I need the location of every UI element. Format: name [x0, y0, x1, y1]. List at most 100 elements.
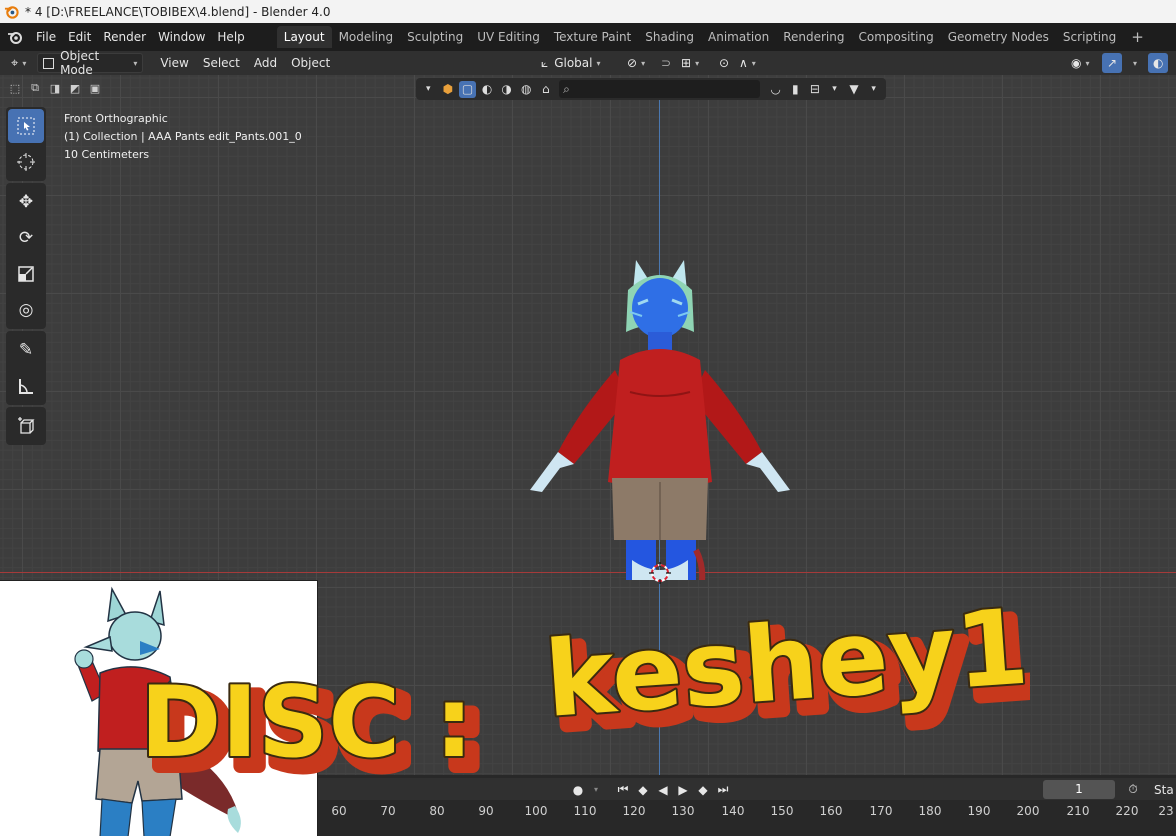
tab-animation[interactable]: Animation: [701, 26, 776, 48]
viewport-filter-bar: ▾ ⬢ ▢ ◐ ◑ ◍ ⌂ ⌕ ◡ ▮ ⊟ ▾ ▼ ▾: [416, 78, 886, 100]
character-model[interactable]: [520, 220, 800, 580]
filter-icon[interactable]: ▼: [846, 81, 863, 98]
select-new-icon[interactable]: ⬚: [6, 80, 24, 96]
tab-rendering[interactable]: Rendering: [776, 26, 851, 48]
tab-uv-editing[interactable]: UV Editing: [470, 26, 547, 48]
visibility-select[interactable]: ◉ ▾: [1066, 53, 1095, 73]
top-bar: File Edit Render Window Help Layout Mode…: [0, 23, 1176, 51]
wireframe-shading-icon[interactable]: ◍: [518, 81, 535, 98]
menu-help[interactable]: Help: [211, 26, 250, 48]
select-intersect-icon[interactable]: ▣: [86, 80, 104, 96]
move-icon[interactable]: ✥: [8, 185, 44, 219]
frame-tick: 190: [967, 804, 991, 818]
frame-tick: 60: [331, 804, 347, 818]
tab-texture-paint[interactable]: Texture Paint: [547, 26, 638, 48]
select-subtract-icon[interactable]: ◨: [46, 80, 64, 96]
proportional-edit-toggle[interactable]: ⊙: [714, 53, 734, 73]
menu-window[interactable]: Window: [152, 26, 211, 48]
search-icon: ⌕: [563, 81, 570, 96]
bookmark-icon[interactable]: ▮: [787, 81, 804, 98]
pivot-select[interactable]: ⊘ ▾: [622, 53, 650, 73]
add-cube-icon[interactable]: [8, 409, 44, 443]
tab-scripting[interactable]: Scripting: [1056, 26, 1123, 48]
gizmo-toggle[interactable]: ↗: [1102, 53, 1123, 73]
3d-cursor-icon[interactable]: [648, 561, 672, 585]
tab-layout[interactable]: Layout: [276, 26, 332, 48]
camera-view-icon[interactable]: ⌂: [538, 81, 555, 98]
transform-icon[interactable]: ◎: [8, 293, 44, 327]
menu-object[interactable]: Object: [286, 53, 335, 73]
tab-geometry-nodes[interactable]: Geometry Nodes: [941, 26, 1056, 48]
stopwatch-icon[interactable]: ⏱: [1124, 780, 1142, 799]
snap-target-select[interactable]: ⊞ ▾: [676, 53, 704, 73]
annotate-icon[interactable]: ✎: [8, 333, 44, 367]
viewport-info: Front Orthographic (1) Collection | AAA …: [64, 110, 302, 164]
measure-icon[interactable]: [8, 369, 44, 403]
chevron-down-icon[interactable]: ▾: [826, 81, 843, 98]
gizmo-menu[interactable]: ▾: [1124, 53, 1142, 73]
frame-ruler[interactable]: 60 70 80 90 100 110 120 130 140 150 160 …: [318, 802, 1176, 826]
select-box-icon[interactable]: [8, 109, 44, 143]
tab-sculpting[interactable]: Sculpting: [400, 26, 470, 48]
frame-tick: 150: [770, 804, 794, 818]
falloff-select[interactable]: ∧ ▾: [734, 53, 761, 73]
frame-tick: 100: [524, 804, 548, 818]
frame-tick: 70: [380, 804, 396, 818]
mode-select[interactable]: Object Mode ▾: [37, 49, 144, 77]
overlays-toggle[interactable]: ◐: [1148, 53, 1169, 73]
tool-group-transform: ✥ ⟳ ◎: [6, 183, 46, 329]
snap-toggle[interactable]: ⊃: [656, 53, 676, 73]
menu-file[interactable]: File: [30, 26, 62, 48]
chevron-down-icon[interactable]: ▾: [865, 81, 882, 98]
rendered-shading-icon[interactable]: ◑: [498, 81, 515, 98]
menu-edit[interactable]: Edit: [62, 26, 97, 48]
view-name: Front Orthographic: [64, 112, 168, 125]
orientation-label: Global: [554, 56, 593, 70]
current-frame-field[interactable]: 1: [1043, 780, 1115, 799]
frame-tick: 210: [1066, 804, 1090, 818]
tab-modeling[interactable]: Modeling: [332, 26, 401, 48]
menu-view[interactable]: View: [155, 53, 193, 73]
window-titlebar: * 4 [D:\FREELANCE\TOBIBEX\4.blend] - Ble…: [0, 0, 1176, 23]
scale-icon[interactable]: [8, 257, 44, 291]
object-mode-icon: [43, 57, 55, 69]
overlays-icon: ◐: [1153, 56, 1164, 70]
select-invert-icon[interactable]: ◩: [66, 80, 84, 96]
blender-logo-icon: [4, 6, 19, 19]
menu-add[interactable]: Add: [249, 53, 282, 73]
add-workspace-button[interactable]: +: [1123, 26, 1152, 48]
gizmo-icon: ↗: [1107, 56, 1118, 70]
frame-tick: 23: [1158, 804, 1174, 818]
viewport-search-input[interactable]: ⌕: [559, 80, 761, 98]
frame-tick: 80: [429, 804, 445, 818]
solid-shading-icon[interactable]: ▢: [459, 80, 476, 98]
editor-type-icon: ⌖: [11, 55, 19, 71]
chevron-down-icon[interactable]: ▾: [420, 81, 437, 98]
grid-scale: 10 Centimeters: [64, 148, 150, 161]
transform-orientation-select[interactable]: ⟀ Global ▾: [536, 53, 616, 73]
tab-compositing[interactable]: Compositing: [851, 26, 940, 48]
window-title: * 4 [D:\FREELANCE\TOBIBEX\4.blend] - Ble…: [25, 4, 331, 19]
frame-tick: 120: [622, 804, 646, 818]
editor-type-button[interactable]: ⌖ ▾: [6, 53, 31, 73]
menu-render[interactable]: Render: [97, 26, 152, 48]
object-types-icon[interactable]: ⬢: [440, 81, 457, 98]
frame-tick: 220: [1115, 804, 1139, 818]
orientation-icon: ⟀: [541, 55, 549, 70]
rotate-icon[interactable]: ⟳: [8, 221, 44, 255]
tool-group-select: [6, 107, 46, 181]
hide-icon[interactable]: ◡: [767, 81, 784, 98]
material-shading-icon[interactable]: ◐: [479, 81, 496, 98]
viewport-header: ⌖ ▾ Object Mode ▾ View Select Add Object …: [0, 49, 1176, 77]
tool-group-annotate: ✎: [6, 331, 46, 405]
select-extend-icon[interactable]: ⧉: [26, 80, 44, 96]
collections-icon[interactable]: ⊟: [807, 81, 824, 98]
collection-info: (1) Collection | AAA Pants edit_Pants.00…: [64, 130, 302, 143]
cursor-icon[interactable]: [8, 145, 44, 179]
tab-shading[interactable]: Shading: [638, 26, 701, 48]
disc-label: DISC :: [140, 666, 474, 780]
blender-menu-icon[interactable]: [0, 29, 30, 45]
menu-select[interactable]: Select: [198, 53, 245, 73]
start-frame-label[interactable]: Sta: [1154, 780, 1176, 799]
tool-group-add: [6, 407, 46, 445]
